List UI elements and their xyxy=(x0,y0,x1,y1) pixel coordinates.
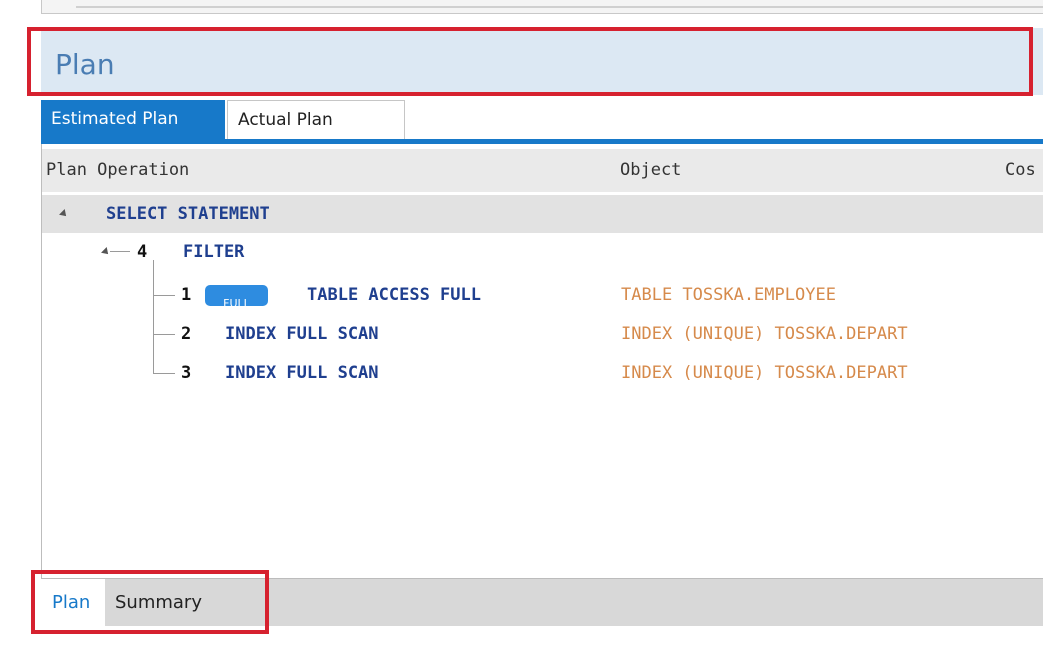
plan-operation: SELECT STATEMENT xyxy=(106,204,270,224)
plan-table: Plan Operation Object Cos SELECT STATEME… xyxy=(41,144,1043,578)
plan-tab-bar: Estimated Plan Actual Plan xyxy=(41,100,1043,144)
plan-step-id: 1 xyxy=(181,285,192,305)
plan-operation: INDEX FULL SCAN xyxy=(225,363,379,383)
upper-pane-edge xyxy=(41,0,1043,14)
column-header-cost[interactable]: Cos xyxy=(1005,149,1036,192)
column-header-object[interactable]: Object xyxy=(620,149,681,192)
plan-step-id: 3 xyxy=(181,363,192,383)
plan-object: INDEX (UNIQUE) TOSSKA.DEPART xyxy=(621,324,908,344)
column-header-plan-operation[interactable]: Plan Operation xyxy=(46,149,189,192)
table-row[interactable]: 1 FULL TABLE ACCESS FULL TABLE TOSSKA.EM… xyxy=(42,276,1043,314)
full-scan-badge: FULL xyxy=(205,285,268,310)
tab-plan[interactable]: Plan xyxy=(41,579,105,626)
table-row[interactable]: 4 FILTER xyxy=(42,233,1043,271)
table-row[interactable]: 3 INDEX FULL SCAN INDEX (UNIQUE) TOSSKA.… xyxy=(42,354,1043,392)
plan-operation: FILTER xyxy=(183,242,245,262)
column-header-row: Plan Operation Object Cos xyxy=(42,149,1043,192)
upper-pane-divider xyxy=(76,6,1043,8)
plan-header: Plan xyxy=(41,28,1043,95)
plan-step-id: 2 xyxy=(181,324,192,344)
tab-actual-plan[interactable]: Actual Plan xyxy=(227,100,405,139)
plan-operation: INDEX FULL SCAN xyxy=(225,324,379,344)
bottom-tab-bar: Plan Summary xyxy=(41,578,1043,626)
tab-summary[interactable]: Summary xyxy=(109,579,202,626)
collapse-arrow-icon[interactable] xyxy=(59,209,69,219)
page-title: Plan xyxy=(55,48,115,81)
tab-estimated-plan[interactable]: Estimated Plan xyxy=(41,100,225,139)
plan-step-id: 4 xyxy=(137,242,148,262)
plan-object: TABLE TOSSKA.EMPLOYEE xyxy=(621,285,836,305)
collapse-arrow-icon[interactable] xyxy=(101,247,111,257)
plan-operation: TABLE ACCESS FULL xyxy=(307,285,481,305)
plan-object: INDEX (UNIQUE) TOSSKA.DEPART xyxy=(621,363,908,383)
table-row[interactable]: SELECT STATEMENT xyxy=(42,195,1043,233)
table-row[interactable]: 2 INDEX FULL SCAN INDEX (UNIQUE) TOSSKA.… xyxy=(42,315,1043,353)
